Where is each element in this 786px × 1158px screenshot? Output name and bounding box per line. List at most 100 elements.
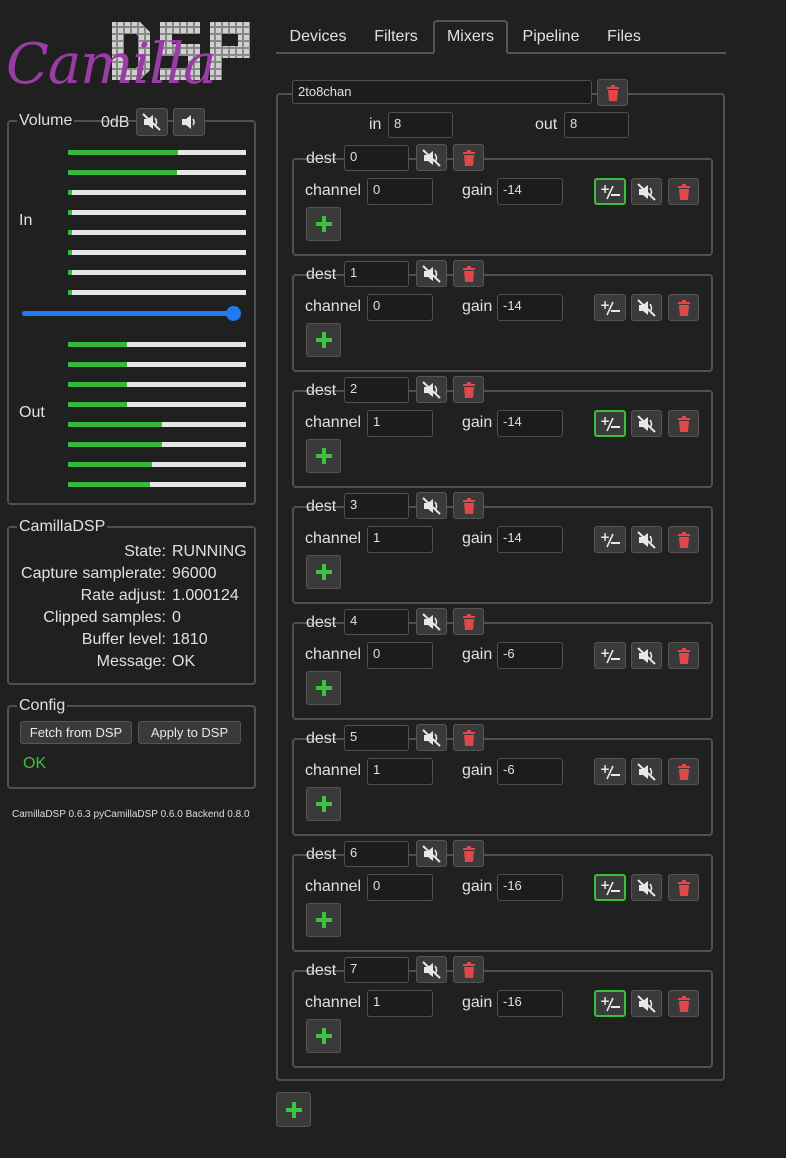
- status-key: Message:: [96, 653, 166, 670]
- gain-input[interactable]: -6: [497, 758, 563, 785]
- dest-input[interactable]: 0: [344, 145, 409, 171]
- invert-polarity-button[interactable]: +: [594, 526, 626, 553]
- dest-input[interactable]: 7: [344, 957, 409, 983]
- tab-pipeline[interactable]: Pipeline: [514, 20, 588, 54]
- add-source-button[interactable]: [306, 439, 341, 473]
- delete-source-button[interactable]: [668, 642, 699, 669]
- channel-input[interactable]: 0: [367, 294, 433, 321]
- invert-polarity-button[interactable]: +: [594, 178, 626, 205]
- unmute-button[interactable]: [173, 108, 205, 136]
- mute-icon: [421, 264, 441, 283]
- delete-dest-button[interactable]: [453, 724, 484, 751]
- channel-input[interactable]: 1: [367, 990, 433, 1017]
- channel-label: channel: [305, 298, 362, 315]
- in-level-meter: [68, 250, 246, 255]
- delete-source-button[interactable]: [668, 526, 699, 553]
- status-value: 96000: [172, 565, 217, 582]
- delete-dest-button[interactable]: [453, 608, 484, 635]
- dest-mute-button[interactable]: [416, 260, 447, 287]
- gain-input[interactable]: -16: [497, 990, 563, 1017]
- delete-dest-button[interactable]: [453, 840, 484, 867]
- invert-polarity-icon: +: [600, 531, 620, 547]
- gain-input[interactable]: -16: [497, 874, 563, 901]
- channel-input[interactable]: 0: [367, 178, 433, 205]
- tab-devices[interactable]: Devices: [282, 20, 354, 54]
- delete-dest-button[interactable]: [453, 492, 484, 519]
- add-source-button[interactable]: [306, 207, 341, 241]
- channel-input[interactable]: 0: [367, 642, 433, 669]
- mixer-in-input[interactable]: 8: [388, 112, 453, 138]
- delete-dest-button[interactable]: [453, 260, 484, 287]
- tab-files[interactable]: Files: [600, 20, 648, 54]
- invert-polarity-icon: +: [600, 183, 620, 199]
- add-source-button[interactable]: [306, 787, 341, 821]
- channel-input[interactable]: 1: [367, 410, 433, 437]
- tab-filters[interactable]: Filters: [366, 20, 426, 54]
- channel-input[interactable]: 1: [367, 526, 433, 553]
- mixer-name-input[interactable]: 2to8chan: [292, 80, 592, 104]
- dest-input[interactable]: 3: [344, 493, 409, 519]
- gain-input[interactable]: -14: [497, 178, 563, 205]
- channel-input[interactable]: 0: [367, 874, 433, 901]
- invert-polarity-button[interactable]: +: [594, 294, 626, 321]
- source-mute-button[interactable]: [631, 294, 662, 321]
- delete-source-button[interactable]: [668, 178, 699, 205]
- dest-input[interactable]: 6: [344, 841, 409, 867]
- volume-slider-thumb[interactable]: [226, 306, 241, 321]
- gain-input[interactable]: -6: [497, 642, 563, 669]
- mixer-out-input[interactable]: 8: [564, 112, 629, 138]
- delete-source-button[interactable]: [668, 758, 699, 785]
- source-mute-button[interactable]: [631, 178, 662, 205]
- add-destination-button[interactable]: [276, 1092, 311, 1127]
- out-level-meter: [68, 422, 246, 427]
- gain-input[interactable]: -14: [497, 410, 563, 437]
- delete-source-button[interactable]: [668, 410, 699, 437]
- dest-mute-button[interactable]: [416, 492, 447, 519]
- tab-mixers[interactable]: Mixers: [433, 20, 508, 54]
- dest-mute-button[interactable]: [416, 144, 447, 171]
- apply-to-dsp-button[interactable]: Apply to DSP: [138, 721, 241, 744]
- dest-input[interactable]: 2: [344, 377, 409, 403]
- invert-polarity-button[interactable]: +: [594, 758, 626, 785]
- dest-mute-button[interactable]: [416, 956, 447, 983]
- dest-input[interactable]: 1: [344, 261, 409, 287]
- source-mute-button[interactable]: [631, 990, 662, 1017]
- invert-polarity-button[interactable]: +: [594, 642, 626, 669]
- dest-mute-button[interactable]: [416, 376, 447, 403]
- config-legend: Config: [19, 697, 66, 714]
- source-mute-button[interactable]: [631, 526, 662, 553]
- source-mute-button[interactable]: [631, 642, 662, 669]
- delete-mixer-button[interactable]: [597, 79, 628, 106]
- add-source-button[interactable]: [306, 1019, 341, 1053]
- destination-panel: [292, 738, 713, 836]
- dest-mute-button[interactable]: [416, 724, 447, 751]
- dest-input[interactable]: 5: [344, 725, 409, 751]
- add-source-button[interactable]: [306, 323, 341, 357]
- gain-input[interactable]: -14: [497, 294, 563, 321]
- mute-button[interactable]: [136, 108, 168, 136]
- dest-mute-button[interactable]: [416, 840, 447, 867]
- dest-mute-button[interactable]: [416, 608, 447, 635]
- source-mute-button[interactable]: [631, 758, 662, 785]
- status-value: 1.000124: [172, 587, 239, 604]
- source-mute-button[interactable]: [631, 874, 662, 901]
- status-value: OK: [172, 653, 196, 670]
- source-mute-button[interactable]: [631, 410, 662, 437]
- invert-polarity-button[interactable]: +: [594, 990, 626, 1017]
- volume-slider-track[interactable]: [22, 311, 234, 316]
- dest-input[interactable]: 4: [344, 609, 409, 635]
- delete-dest-button[interactable]: [453, 376, 484, 403]
- add-source-button[interactable]: [306, 903, 341, 937]
- delete-dest-button[interactable]: [453, 144, 484, 171]
- fetch-from-dsp-button[interactable]: Fetch from DSP: [20, 721, 132, 744]
- gain-input[interactable]: -14: [497, 526, 563, 553]
- delete-dest-button[interactable]: [453, 956, 484, 983]
- add-source-button[interactable]: [306, 555, 341, 589]
- add-source-button[interactable]: [306, 671, 341, 705]
- delete-source-button[interactable]: [668, 874, 699, 901]
- delete-source-button[interactable]: [668, 990, 699, 1017]
- invert-polarity-button[interactable]: +: [594, 410, 626, 437]
- delete-source-button[interactable]: [668, 294, 699, 321]
- invert-polarity-button[interactable]: +: [594, 874, 626, 901]
- channel-input[interactable]: 1: [367, 758, 433, 785]
